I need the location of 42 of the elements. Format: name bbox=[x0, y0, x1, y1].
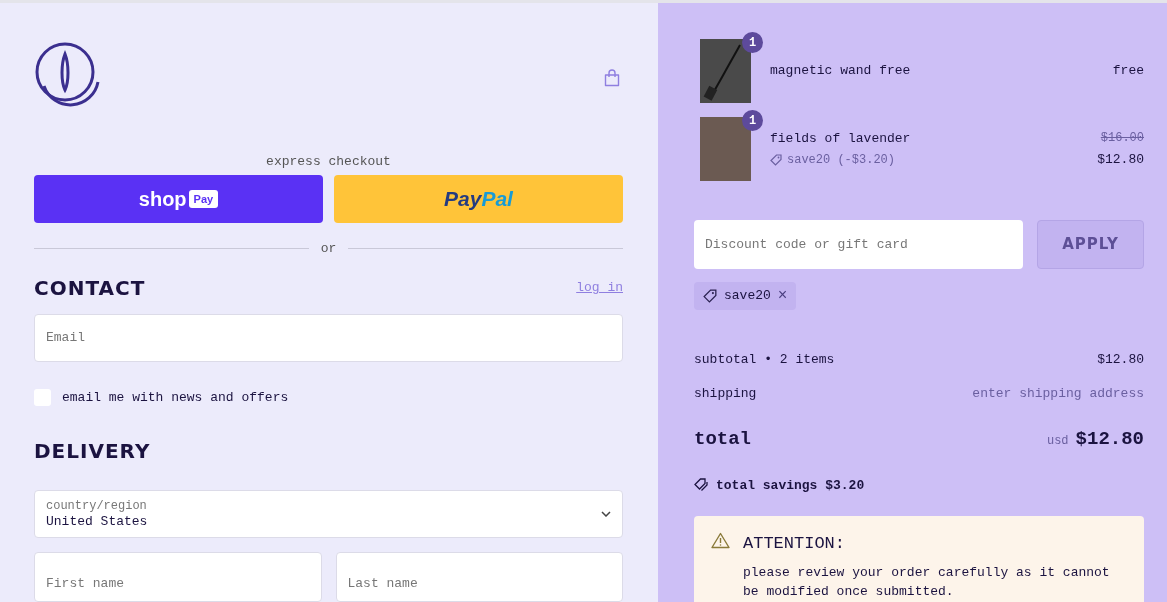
currency-label: usd bbox=[1046, 433, 1069, 450]
tag-icon bbox=[770, 154, 782, 167]
attention-title: ATTENTION: bbox=[743, 533, 847, 555]
delivery-heading: DELIVERY bbox=[34, 438, 152, 466]
original-price: $16.00 bbox=[1100, 129, 1144, 147]
last-name-field[interactable]: Last name bbox=[335, 552, 623, 602]
quantity-badge: 1 bbox=[742, 110, 763, 131]
product-photo-placeholder bbox=[700, 39, 751, 103]
shop-pay-button[interactable]: shop Pay bbox=[34, 175, 323, 224]
or-divider-text: or bbox=[320, 239, 337, 258]
warning-icon bbox=[711, 532, 730, 549]
product-name: fields of lavender bbox=[770, 129, 912, 148]
email-field[interactable]: Email bbox=[34, 314, 623, 362]
total-label: total bbox=[694, 427, 751, 452]
attention-message: please review your order carefully as it cannot be modified once submitted. bbox=[743, 563, 1111, 601]
paypal-button[interactable]: PayPal bbox=[334, 175, 623, 224]
product-price: free bbox=[1112, 62, 1144, 81]
newsletter-label: email me with news and offers bbox=[62, 388, 289, 407]
summary-value: $12.80 bbox=[1097, 351, 1144, 369]
quantity-badge: 1 bbox=[742, 32, 763, 53]
logo-icon[interactable] bbox=[34, 42, 100, 108]
discount-code-text: save20 bbox=[724, 287, 771, 306]
total-savings-text: total savings $3.20 bbox=[716, 476, 865, 495]
product-photo-placeholder bbox=[700, 117, 751, 181]
product-price: $12.80 bbox=[1097, 150, 1144, 169]
express-checkout-label: express checkout bbox=[265, 152, 392, 171]
summary-label: subtotal • 2 items bbox=[694, 351, 835, 369]
summary-value: enter shipping address bbox=[972, 384, 1144, 403]
chevron-down-icon bbox=[601, 511, 611, 518]
summary-label: shipping bbox=[694, 384, 757, 403]
tags-icon bbox=[694, 478, 709, 493]
discount-applied-text: save20 (-$3.20) bbox=[787, 152, 896, 170]
product-name: magnetic wand free bbox=[770, 62, 912, 81]
apply-button[interactable]: APPLY bbox=[1037, 220, 1144, 269]
tag-icon bbox=[703, 289, 717, 303]
contact-heading: CONTACT bbox=[34, 275, 146, 303]
first-name-field[interactable]: First name bbox=[34, 552, 322, 602]
remove-discount-button[interactable]: × bbox=[777, 288, 788, 304]
shopping-bag-icon[interactable] bbox=[604, 69, 620, 87]
country-select[interactable]: country/region United States bbox=[34, 490, 623, 538]
total-amount: $12.80 bbox=[1075, 427, 1144, 452]
discount-code-field[interactable]: Discount code or gift card bbox=[694, 220, 1023, 269]
